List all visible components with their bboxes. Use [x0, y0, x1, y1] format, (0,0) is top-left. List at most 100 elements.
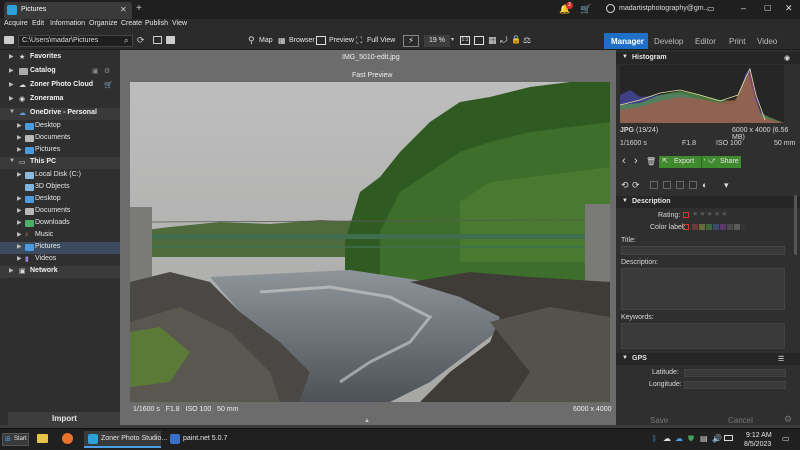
keywords-input[interactable]: [621, 323, 785, 349]
browser-icon[interactable]: ▦: [278, 36, 286, 45]
flash-icon[interactable]: ⚡: [403, 35, 419, 47]
compare-icon[interactable]: ⚖: [523, 35, 531, 46]
export-button[interactable]: ⇱ Export: [659, 156, 701, 168]
battery-icon[interactable]: [724, 435, 733, 441]
panel-scrollbar[interactable]: [794, 195, 797, 255]
tab-manager[interactable]: Manager: [604, 33, 648, 49]
tab-develop[interactable]: Develop: [654, 37, 683, 46]
description-header[interactable]: ▼ Description: [616, 196, 800, 208]
color-swatch-yellow[interactable]: [699, 224, 705, 230]
shield-icon[interactable]: ⛊: [688, 434, 694, 444]
histogram-options-icon[interactable]: ◉: [784, 54, 790, 62]
color-swatch-purple[interactable]: [720, 224, 726, 230]
nav-3d-objects[interactable]: 3D Objects: [0, 182, 120, 194]
nav-this-pc[interactable]: ▼ ▭ This PC: [0, 157, 120, 169]
nav-onedrive-documents[interactable]: ▶ Documents: [0, 133, 120, 145]
menu-create[interactable]: Create: [121, 20, 142, 27]
taskbar-app-zoner[interactable]: Zoner Photo Studio...: [84, 431, 167, 448]
next-icon[interactable]: ›: [634, 155, 638, 167]
nav-favorites[interactable]: ▶ ★ Favorites: [0, 52, 120, 64]
color-swatch-green[interactable]: [706, 224, 712, 230]
grid-icon[interactable]: ▦: [488, 35, 497, 46]
browser-button[interactable]: Browser: [289, 37, 315, 44]
user-icon[interactable]: [606, 4, 615, 13]
save-button[interactable]: Save: [650, 416, 668, 425]
map-icon[interactable]: ⚲: [248, 35, 255, 46]
fit-icon[interactable]: 1:1: [460, 36, 470, 45]
color-swatch-gray[interactable]: [727, 224, 733, 230]
import-button[interactable]: Import: [8, 412, 120, 425]
zoom-dropdown-icon[interactable]: ▾: [451, 36, 454, 43]
nav-onedrive-pictures[interactable]: ▶ Pictures: [0, 145, 120, 157]
trash-icon[interactable]: 🗑: [646, 157, 656, 166]
bluetooth-icon[interactable]: ᛒ: [652, 434, 657, 443]
nav-desktop[interactable]: ▶ Desktop: [0, 194, 120, 206]
zoom-level[interactable]: 19 %: [424, 35, 450, 47]
crop-icon[interactable]: [676, 181, 684, 189]
nav-network[interactable]: ▶ ▣ Network: [0, 266, 120, 278]
refresh-icon[interactable]: ⟳: [137, 35, 145, 46]
gear-icon[interactable]: ⚙: [784, 414, 792, 425]
preview-icon[interactable]: [316, 36, 326, 45]
clock-time[interactable]: 9:12 AM: [746, 432, 772, 439]
rotate-right-icon[interactable]: ⟳: [632, 180, 640, 191]
gear-icon[interactable]: ⚙: [104, 67, 110, 75]
histogram-header[interactable]: ▼ Histogram ◉: [616, 52, 800, 64]
nav-documents[interactable]: ▶ Documents: [0, 206, 120, 218]
start-button[interactable]: ⊞ Start: [2, 433, 29, 446]
menu-information[interactable]: Information: [50, 20, 85, 27]
cart-icon[interactable]: 🛒: [104, 81, 113, 89]
nav-zonerama[interactable]: ▶ ◉ Zonerama: [0, 94, 120, 106]
close-icon[interactable]: ✕: [785, 3, 793, 14]
menu-publish[interactable]: Publish: [145, 20, 168, 27]
taskbar-app-paint[interactable]: paint.net 5.0.7: [166, 431, 228, 448]
new-folder-icon[interactable]: [153, 36, 162, 44]
clock-date[interactable]: 8/5/2023: [744, 441, 771, 448]
path-input[interactable]: C:\Users\madar\Pictures: [18, 35, 133, 47]
add-folder-icon[interactable]: ▣: [92, 67, 99, 75]
color-swatch-dark[interactable]: [734, 224, 740, 230]
minimize-icon[interactable]: –: [741, 3, 746, 13]
layout-icon[interactable]: ▭: [707, 4, 715, 13]
gps-header[interactable]: ▼ GPS ☰: [616, 353, 800, 365]
menu-organize[interactable]: Organize: [89, 20, 117, 27]
more-tools-icon[interactable]: ▾: [724, 180, 729, 191]
adjust-icon[interactable]: ◐: [702, 180, 707, 190]
tab-video[interactable]: Video: [757, 37, 777, 46]
full-view-button[interactable]: Full View: [367, 37, 395, 44]
latitude-input[interactable]: [684, 369, 786, 377]
rating-stars[interactable]: ★★★★★: [692, 210, 728, 218]
onedrive-icon[interactable]: ☁: [675, 434, 683, 443]
network-icon[interactable]: ▤: [700, 434, 708, 443]
color-swatch-red[interactable]: [692, 224, 698, 230]
zoom-fit-icon[interactable]: [474, 36, 484, 45]
full-view-icon[interactable]: ⛶: [356, 35, 362, 46]
menu-edit[interactable]: Edit: [32, 20, 44, 27]
new-tab-button[interactable]: +: [136, 3, 142, 14]
folder-up-icon[interactable]: [166, 36, 175, 44]
notifications-icon[interactable]: ▭: [782, 434, 790, 443]
nav-onedrive-desktop[interactable]: ▶ Desktop: [0, 121, 120, 133]
nav-downloads[interactable]: ▶ Downloads: [0, 218, 120, 230]
copy-icon[interactable]: [650, 181, 658, 189]
menu-acquire[interactable]: Acquire: [4, 20, 28, 27]
color-swatch-blue[interactable]: [713, 224, 719, 230]
tab-editor[interactable]: Editor: [695, 37, 716, 46]
nav-music[interactable]: ▶ ♪ Music: [0, 230, 120, 242]
rotate-icon[interactable]: ⤾: [500, 35, 508, 46]
nav-pictures[interactable]: ▶ Pictures: [0, 242, 120, 254]
account-name[interactable]: madartistphotography@gm...: [619, 5, 709, 12]
no-color-icon[interactable]: [683, 224, 689, 230]
volume-icon[interactable]: 🔊: [712, 434, 722, 443]
paste-icon[interactable]: [663, 181, 671, 189]
tab-pictures[interactable]: Pictures ✕: [4, 2, 132, 19]
file-explorer-icon[interactable]: [37, 434, 48, 443]
description-input[interactable]: [621, 268, 785, 310]
tab-print[interactable]: Print: [729, 37, 745, 46]
resize-icon[interactable]: [689, 181, 697, 189]
tab-close-icon[interactable]: ✕: [120, 5, 127, 14]
menu-icon[interactable]: ☰: [778, 355, 784, 363]
cart-icon[interactable]: 🛒: [580, 4, 591, 15]
reject-flag-icon[interactable]: [683, 212, 689, 218]
nav-onedrive[interactable]: ▼ ☁ OneDrive - Personal: [0, 108, 120, 120]
